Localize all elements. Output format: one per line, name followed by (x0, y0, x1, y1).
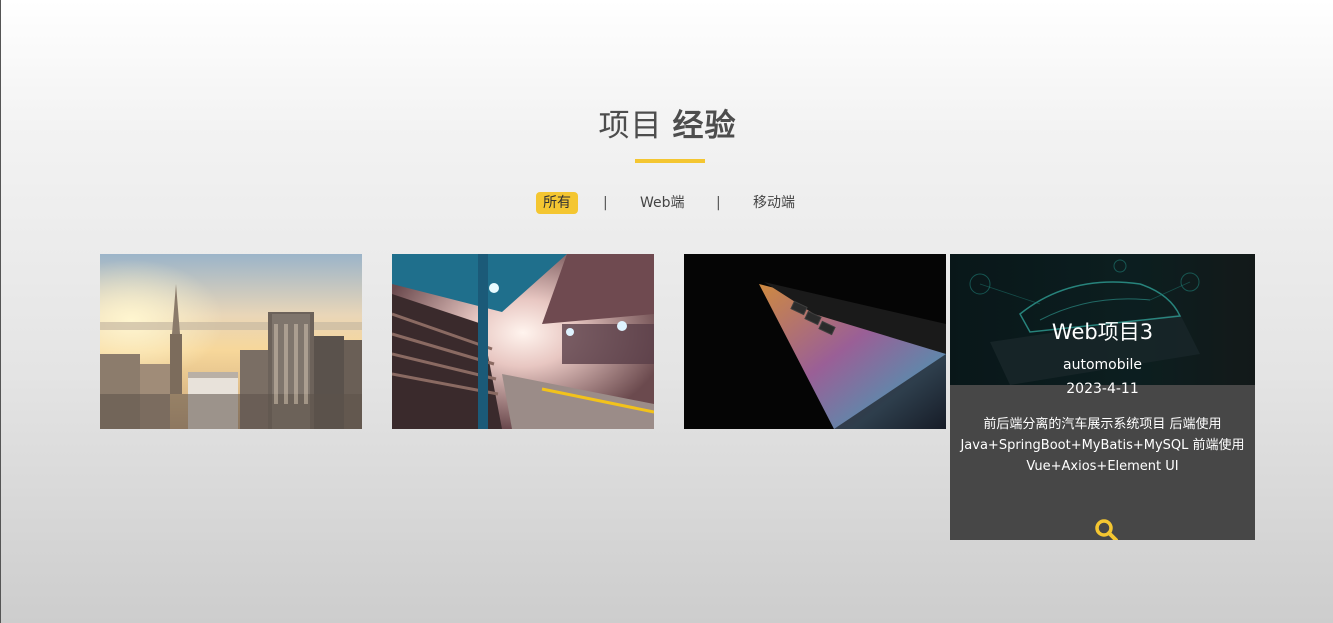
train-station-image (392, 254, 654, 429)
search-icon[interactable] (1094, 518, 1118, 540)
section-title: 项目 经验 (1, 100, 1333, 145)
section-title-bold: 经验 (672, 108, 737, 144)
section-title-underline (635, 159, 705, 163)
description-line: 前后端分离的汽车展示系统项目 后端使用 (983, 417, 1222, 432)
filter-mobile[interactable]: 移动端 (753, 192, 795, 214)
filter-separator: | (603, 195, 608, 211)
project-title: Web项目3 (1051, 320, 1154, 344)
section-title-light: 项目 (598, 108, 663, 144)
filter-separator: | (716, 195, 721, 211)
project-date: 2023-4-11 (1066, 381, 1139, 397)
description-line: Vue+Axios+Element UI (1026, 459, 1179, 474)
filter-web[interactable]: Web端 (640, 192, 685, 214)
project-card[interactable] (392, 254, 654, 429)
filter-bar: 所有 | Web端 | 移动端 (1, 192, 1333, 216)
laptop-image (684, 254, 946, 429)
project-description: 前后端分离的汽车展示系统项目 后端使用 Java+SpringBoot+MyBa… (950, 414, 1255, 477)
project-card-hovered[interactable]: Web项目3 automobile 2023-4-11 前后端分离的汽车展示系统… (950, 254, 1255, 540)
project-card[interactable] (100, 254, 362, 429)
filter-all[interactable]: 所有 (536, 192, 578, 214)
city-skyline-image (100, 254, 362, 429)
project-card[interactable] (684, 254, 946, 429)
description-line: Java+SpringBoot+MyBatis+MySQL 前端使用 (960, 438, 1245, 453)
project-category: automobile (1063, 357, 1142, 373)
